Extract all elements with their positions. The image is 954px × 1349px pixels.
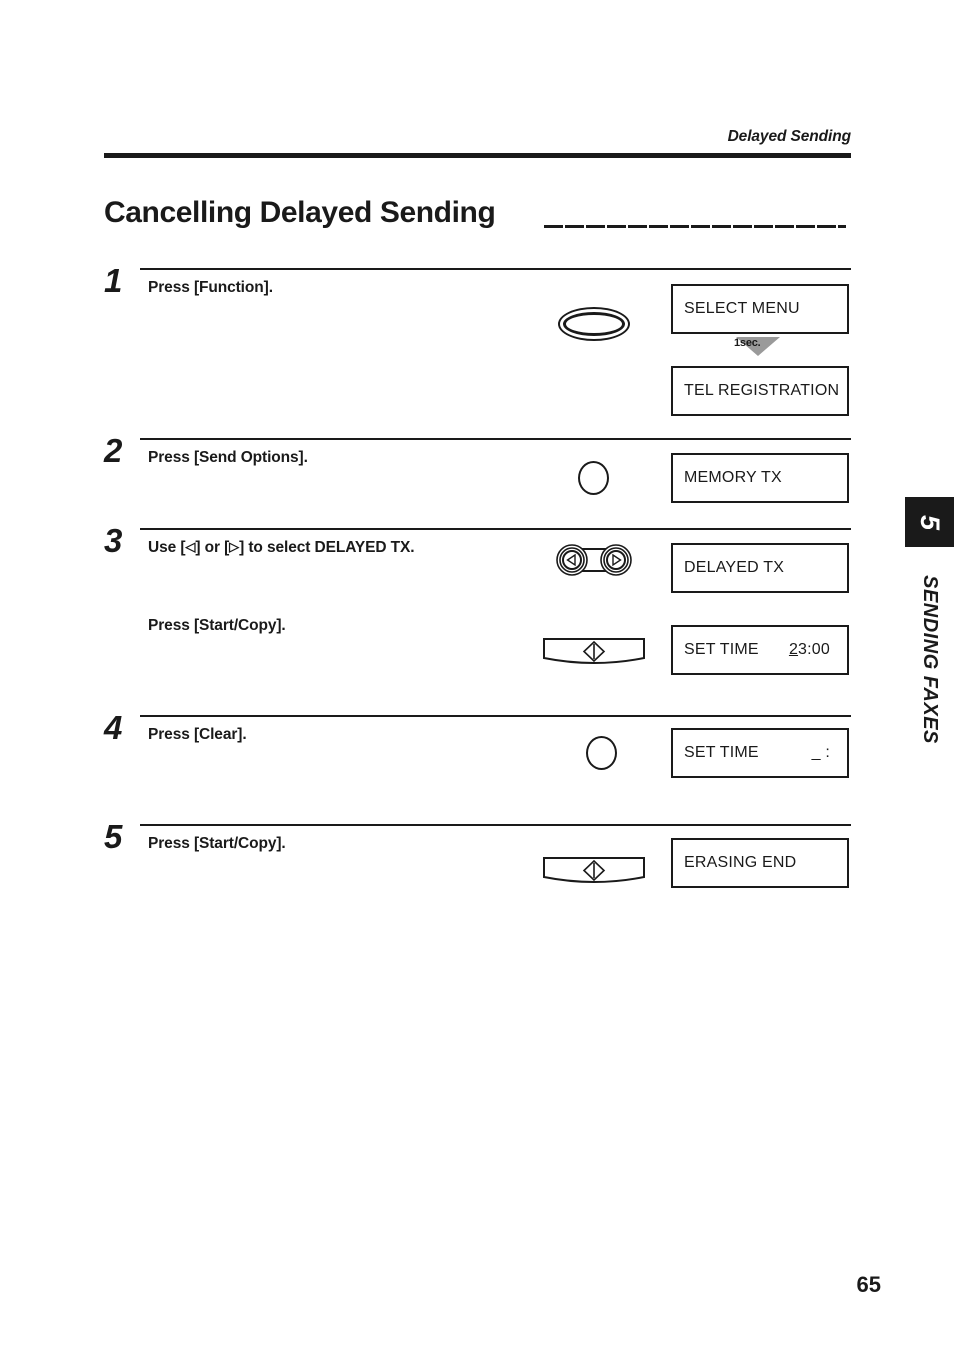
step-number: 4 — [104, 709, 123, 746]
page-number: 65 — [856, 1272, 881, 1297]
hold-duration-annotation: 1sec. — [718, 337, 802, 359]
page-title: Cancelling Delayed Sending — [104, 196, 496, 229]
function-key-icon — [558, 307, 630, 341]
left-arrow-icon: ◁ — [185, 539, 196, 554]
right-arrow-icon: ▷ — [229, 539, 240, 554]
step-instruction: Use [◁] or [▷] to select DELAYED TX. — [148, 539, 415, 557]
chapter-number: 5 — [915, 514, 945, 530]
instruction-middle: ] or [ — [195, 539, 230, 556]
lcd-display-set-time-value: SET TIME 23:00 — [671, 625, 849, 675]
start-copy-svg — [543, 857, 645, 883]
step-number: 1 — [104, 262, 123, 299]
lcd-display-select-menu: SELECT MENU — [671, 284, 849, 334]
step-number: 2 — [104, 432, 123, 469]
step-instruction: Press [Function]. — [148, 279, 273, 296]
chapter-name: SENDING FAXES — [919, 575, 942, 744]
step-divider — [140, 715, 851, 717]
step-number: 3 — [104, 522, 123, 559]
title-underline-rule — [544, 225, 846, 228]
lcd-cursor-digit: 2 — [788, 641, 799, 658]
step-instruction: Press [Clear]. — [148, 726, 247, 743]
lcd-text: SET TIME — [684, 744, 759, 761]
lcd-display-erasing-end: ERASING END — [671, 838, 849, 888]
lcd-text: SELECT MENU — [684, 300, 800, 317]
chapter-tab-block: 5 — [905, 497, 954, 547]
lcd-text: TEL REGISTRATION — [684, 382, 840, 399]
chapter-tab-label-wrap: SENDING FAXES — [905, 552, 954, 768]
start-copy-key-icon — [542, 637, 646, 667]
instruction-suffix: ] to select DELAYED TX. — [239, 539, 415, 556]
instruction-prefix: Use [ — [148, 539, 186, 556]
lcd-display-set-time-empty: SET TIME _ : — [671, 728, 849, 778]
left-right-rocker-key-icon — [550, 543, 638, 577]
start-copy-key-icon — [542, 856, 646, 886]
step-3-sub-instruction: Press [Start/Copy]. — [148, 617, 286, 634]
send-options-key-icon — [578, 461, 609, 495]
clear-key-icon — [586, 736, 617, 770]
start-copy-svg — [543, 638, 645, 664]
hold-duration-label: 1sec. — [734, 337, 761, 349]
step-divider — [140, 268, 851, 270]
step-divider — [140, 438, 851, 440]
lcd-display-memory-tx: MEMORY TX — [671, 453, 849, 503]
step-number: 5 — [104, 818, 123, 855]
lcd-display-delayed-tx: DELAYED TX — [671, 543, 849, 593]
lcd-text: MEMORY TX — [684, 469, 782, 486]
step-instruction: Press [Send Options]. — [148, 449, 308, 466]
step-instruction: Press [Start/Copy]. — [148, 835, 286, 852]
manual-page: Delayed Sending Cancelling Delayed Sendi… — [0, 0, 954, 1349]
lcd-value: 23:00 — [789, 641, 830, 659]
running-header: Delayed Sending — [727, 128, 852, 145]
lcd-text: DELAYED TX — [684, 559, 785, 576]
step-divider — [140, 528, 851, 530]
step-divider — [140, 824, 851, 826]
lcd-text: SET TIME — [684, 641, 759, 658]
lcd-text: ERASING END — [684, 854, 797, 871]
lcd-value-rest: 3:00 — [798, 641, 830, 658]
rocker-svg — [556, 544, 632, 576]
header-rule — [104, 153, 851, 158]
lcd-display-tel-registration: TEL REGISTRATION — [671, 366, 849, 416]
lcd-value: _ : — [811, 744, 830, 761]
